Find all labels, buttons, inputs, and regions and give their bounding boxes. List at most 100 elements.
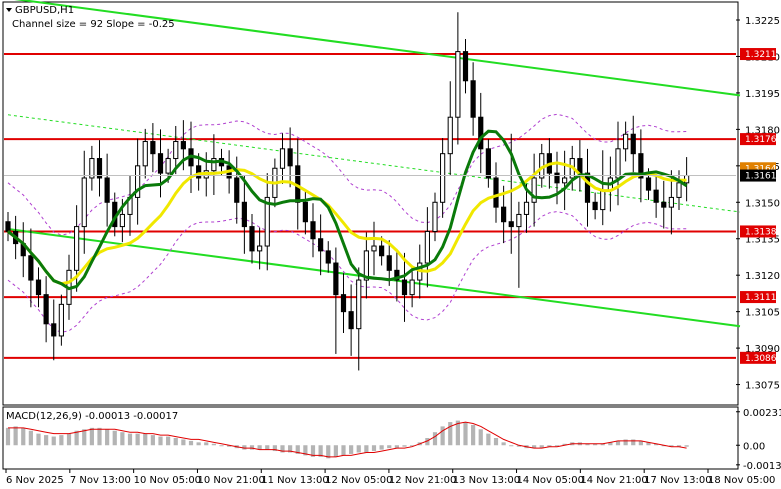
candle-body — [325, 250, 331, 264]
candle-body — [516, 213, 522, 228]
candle-body — [119, 213, 125, 228]
macd-histogram-bar — [51, 436, 56, 446]
symbol-title: GBPUSD,H1 — [15, 5, 74, 16]
x-tick-label: 17 Nov 13:00 — [644, 475, 711, 486]
candle-body — [562, 177, 568, 184]
candle-body — [74, 226, 80, 271]
x-tick-label: 7 Nov 13:00 — [70, 475, 131, 486]
macd-histogram-bar — [36, 433, 41, 446]
candle-body — [5, 221, 11, 232]
current-price-text: 1.3161 — [745, 172, 777, 182]
macd-histogram-bar — [173, 438, 178, 446]
macd-histogram-bar — [471, 424, 476, 446]
x-tick-label: 14 Nov 21:00 — [580, 475, 647, 486]
candle-body — [356, 279, 362, 330]
macd-histogram-bar — [44, 435, 49, 446]
candle-body — [340, 294, 347, 313]
macd-histogram-bar — [486, 433, 491, 446]
candle-body — [592, 201, 598, 211]
macd-histogram-bar — [135, 433, 140, 446]
candle-body — [600, 189, 606, 211]
candle-body — [157, 153, 164, 174]
candle-body — [577, 158, 583, 174]
chart-canvas[interactable]: 1.32251.32101.31951.31801.31651.31501.31… — [0, 0, 781, 489]
y-tick-label: 1.3105 — [745, 308, 780, 319]
macd-histogram-bar — [432, 432, 438, 446]
macd-histogram-bar — [463, 422, 468, 446]
candle-body — [180, 141, 186, 150]
macd-histogram-bar — [364, 445, 369, 453]
y-tick-label: 1.3225 — [745, 16, 780, 27]
candle-body — [653, 189, 659, 203]
y-tick-label: 1.3120 — [745, 271, 780, 282]
candle-body — [165, 158, 171, 174]
macd-histogram-bar — [150, 435, 155, 446]
candle-body — [302, 201, 308, 223]
macd-histogram-bar — [631, 439, 636, 446]
macd-histogram-bar — [5, 427, 11, 446]
macd-histogram-bar — [623, 439, 628, 446]
candle-body — [257, 245, 263, 252]
candle-body — [81, 177, 87, 228]
macd-histogram-bar — [13, 426, 18, 446]
candle-body — [523, 201, 530, 215]
macd-histogram-bar — [59, 435, 64, 446]
macd-histogram-bar — [371, 445, 377, 452]
x-tick-label: 12 Nov 21:00 — [389, 475, 456, 486]
x-tick-label: 11 Nov 13:00 — [261, 475, 328, 486]
candle-body — [386, 255, 392, 271]
macd-histogram-bar — [402, 445, 407, 447]
macd-histogram-bar — [196, 442, 201, 446]
macd-histogram-bar — [211, 443, 216, 446]
candle-body — [142, 141, 148, 167]
candle-body — [447, 116, 453, 155]
macd-tick-label: -0.00135 — [743, 461, 781, 472]
macd-histogram-bar — [188, 440, 194, 446]
candle-body — [584, 172, 591, 203]
macd-histogram-bar — [112, 430, 117, 446]
macd-histogram-bar — [28, 430, 33, 446]
candle-body — [333, 262, 339, 296]
candle-body — [478, 116, 484, 150]
candle-body — [401, 279, 408, 296]
macd-histogram-bar — [158, 436, 163, 446]
x-tick-label: 10 Nov 05:00 — [134, 475, 201, 486]
macd-histogram-bar — [66, 433, 72, 446]
candle-body — [104, 177, 110, 203]
macd-tick-label: 0.00 — [743, 441, 765, 452]
candle-body — [43, 294, 49, 325]
x-tick-label: 14 Nov 05:00 — [517, 475, 584, 486]
candle-body — [409, 279, 415, 296]
candle-body — [371, 245, 377, 252]
candle-body — [58, 303, 64, 337]
candle-body — [661, 201, 667, 208]
macd-histogram-bar — [478, 429, 483, 446]
macd-histogram-bar — [265, 445, 270, 450]
candle-body — [424, 230, 430, 264]
macd-histogram-bar — [97, 427, 102, 446]
candle-body — [310, 221, 316, 240]
candle-body — [150, 141, 156, 155]
candle-body — [287, 148, 293, 167]
candle-body — [554, 172, 560, 184]
candle-body — [676, 182, 682, 198]
candle-body — [470, 80, 476, 118]
candle-body — [615, 148, 621, 179]
candle-body — [455, 51, 461, 118]
candle-body — [234, 177, 240, 203]
x-tick-label: 18 Nov 05:00 — [708, 475, 775, 486]
x-tick-label: 6 Nov 2025 — [6, 475, 64, 486]
candle-body — [645, 177, 652, 191]
candle-body — [501, 206, 507, 223]
x-tick-label: 13 Nov 13:00 — [453, 475, 520, 486]
level-price-text: 1.3086 — [745, 354, 777, 364]
candle-body — [173, 141, 179, 160]
candle-body — [196, 165, 202, 179]
y-tick-label: 1.3195 — [745, 89, 780, 100]
candle-body — [249, 226, 255, 252]
macd-histogram-bar — [440, 426, 445, 446]
macd-histogram-bar — [120, 432, 125, 446]
candle-body — [35, 279, 42, 296]
candle-body — [493, 177, 499, 208]
macd-histogram-bar — [181, 439, 186, 446]
